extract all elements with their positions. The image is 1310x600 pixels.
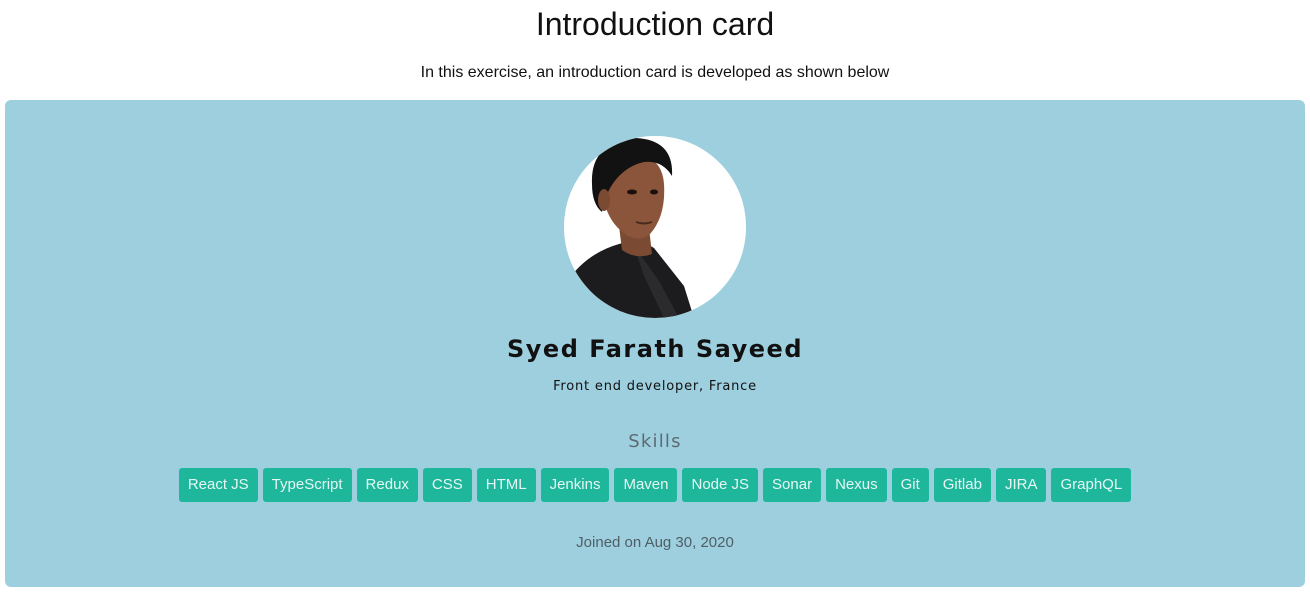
skill-chip: GraphQL bbox=[1051, 468, 1132, 502]
profile-role: Front end developer, France bbox=[553, 379, 757, 394]
skill-chip: Git bbox=[891, 468, 929, 502]
skills-list: React JS TypeScript Redux CSS HTML Jenki… bbox=[5, 468, 1305, 502]
skill-chip: JIRA bbox=[995, 468, 1047, 502]
profile-photo bbox=[564, 136, 746, 318]
skill-chip: Redux bbox=[356, 468, 418, 502]
avatar bbox=[564, 136, 746, 318]
skill-chip: HTML bbox=[476, 468, 536, 502]
skill-chip: Maven bbox=[614, 468, 678, 502]
joined-date: Joined on Aug 30, 2020 bbox=[576, 534, 734, 551]
profile-name: Syed Farath Sayeed bbox=[507, 335, 803, 363]
page-subtitle: In this exercise, an introduction card i… bbox=[420, 64, 890, 81]
skill-chip: CSS bbox=[422, 468, 472, 502]
skill-chip: Nexus bbox=[826, 468, 887, 502]
page: Introduction card In this exercise, an i… bbox=[0, 0, 1310, 600]
skills-heading: Skills bbox=[628, 431, 682, 452]
introduction-card: Syed Farath Sayeed Front end developer, … bbox=[5, 100, 1305, 587]
skill-chip: Node JS bbox=[682, 468, 759, 502]
skill-chip: TypeScript bbox=[262, 468, 352, 502]
skill-chip: Sonar bbox=[763, 468, 822, 502]
page-title: Introduction card bbox=[535, 6, 775, 42]
skill-chip: React JS bbox=[178, 468, 258, 502]
skill-chip: Jenkins bbox=[540, 468, 610, 502]
skill-chip: Gitlab bbox=[933, 468, 991, 502]
